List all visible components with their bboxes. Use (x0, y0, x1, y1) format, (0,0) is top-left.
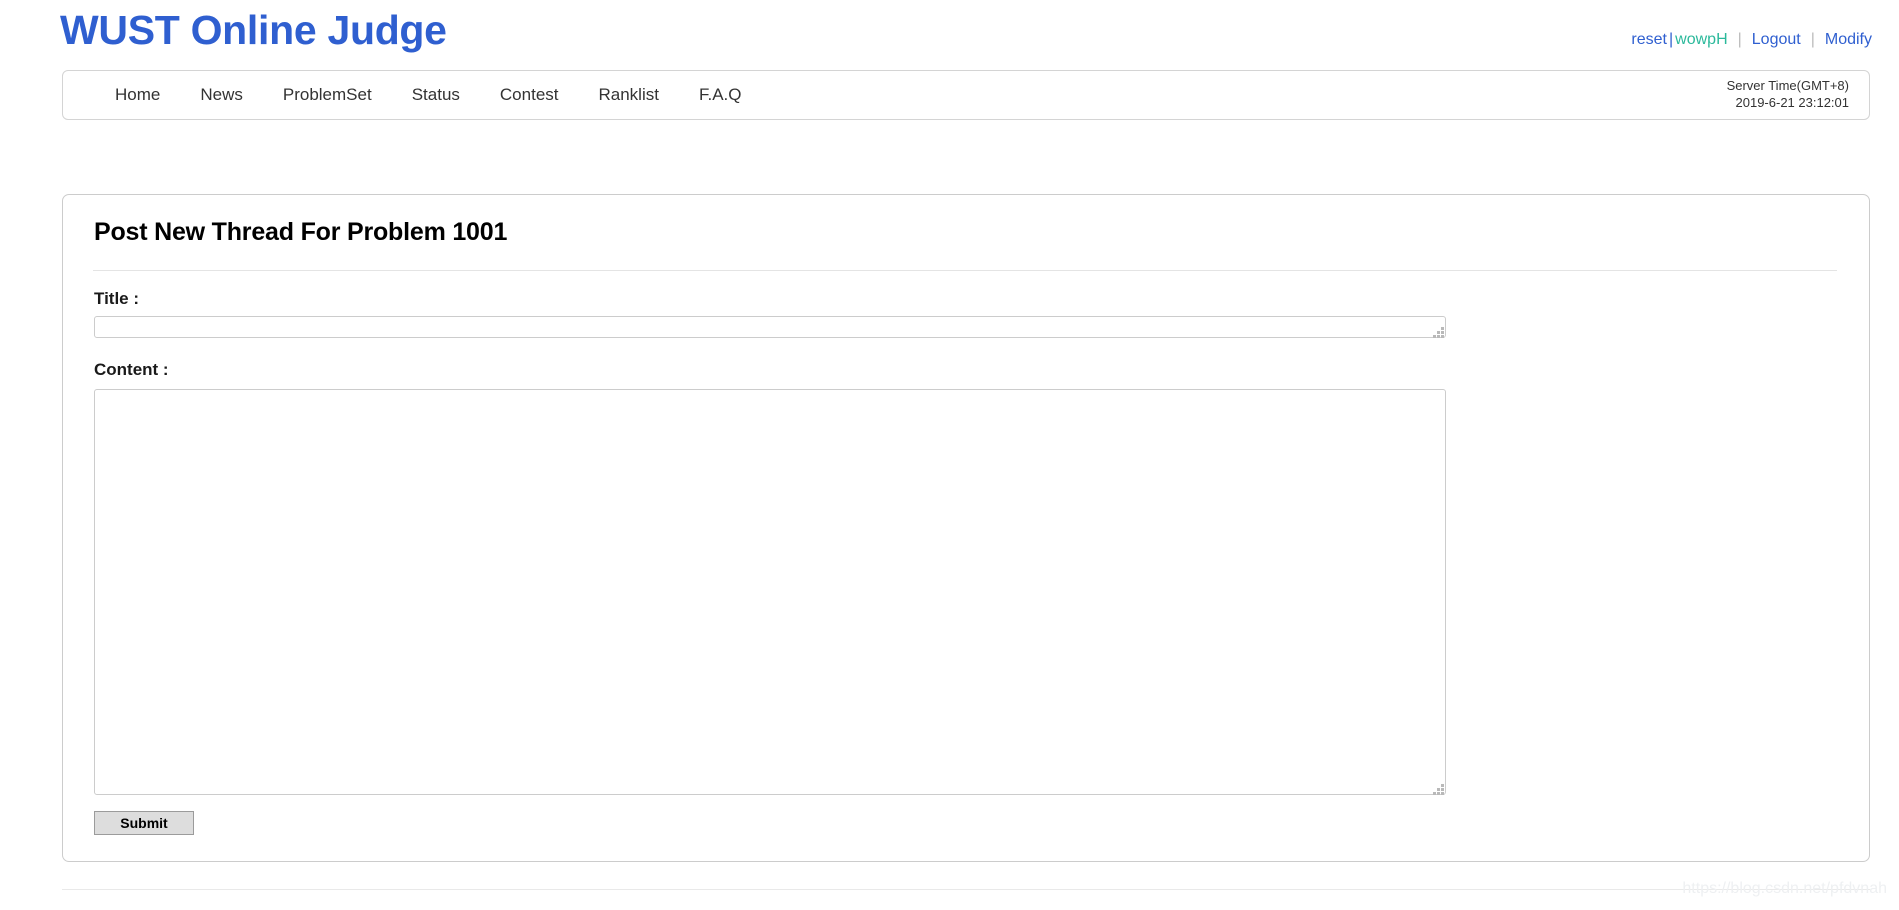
content-field-label: Content : (94, 360, 169, 379)
topbar-separator-3: | (1810, 31, 1815, 48)
topbar-separator-1: | (1669, 31, 1674, 48)
nav-item-problemset[interactable]: ProblemSet (263, 71, 392, 119)
main-navbar: Home News ProblemSet Status Contest Rank… (62, 70, 1870, 120)
username-link[interactable]: wowpH (1675, 31, 1727, 48)
page-title: Post New Thread For Problem 1001 (94, 218, 508, 246)
submit-button[interactable]: Submit (94, 811, 194, 835)
topbar-user-links: reset | wowpH | Logout | Modify (1631, 30, 1872, 50)
server-time-block: Server Time(GMT+8) 2019-6-21 23:12:01 (1727, 77, 1849, 111)
content-input[interactable] (94, 389, 1446, 795)
watermark-text: https://blog.csdn.net/pfdvnah (1682, 880, 1887, 897)
nav-item-home[interactable]: Home (95, 71, 180, 119)
logout-link[interactable]: Logout (1752, 31, 1801, 48)
nav-item-contest[interactable]: Contest (480, 71, 579, 119)
nav-item-ranklist[interactable]: Ranklist (579, 71, 679, 119)
reset-link[interactable]: reset (1631, 31, 1667, 48)
server-time-label: Server Time(GMT+8) (1726, 78, 1849, 93)
footer-divider (62, 889, 1870, 890)
title-input[interactable] (94, 316, 1446, 338)
nav-item-faq[interactable]: F.A.Q (679, 71, 762, 119)
modify-link[interactable]: Modify (1825, 31, 1872, 48)
server-time-value: 2019-6-21 23:12:01 (1735, 95, 1849, 110)
heading-divider (93, 270, 1837, 271)
site-title: WUST Online Judge (60, 7, 447, 53)
nav-item-news[interactable]: News (180, 71, 263, 119)
nav-item-list: Home News ProblemSet Status Contest Rank… (63, 71, 1869, 119)
nav-item-status[interactable]: Status (392, 71, 480, 119)
title-field-label: Title : (94, 289, 140, 308)
topbar-separator-2: | (1737, 31, 1742, 48)
post-thread-panel: Post New Thread For Problem 1001 Title :… (62, 194, 1870, 862)
